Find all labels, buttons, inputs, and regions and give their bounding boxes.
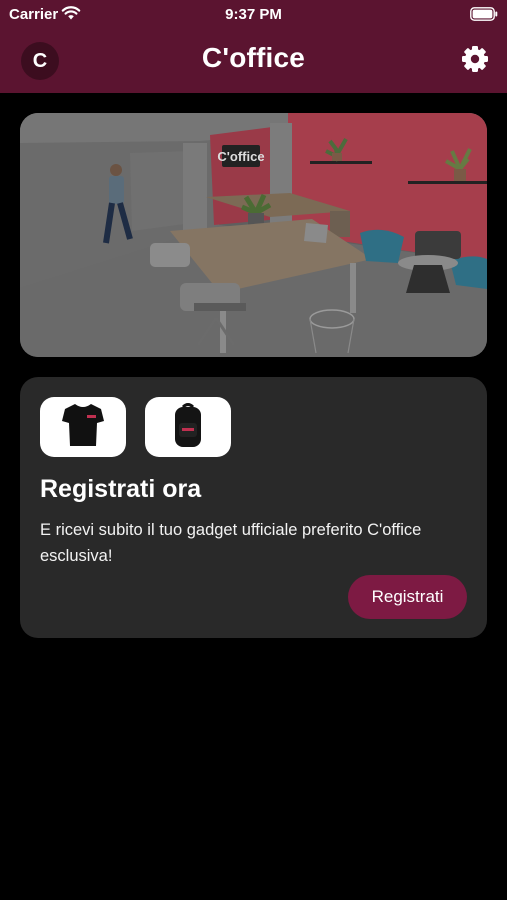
office-sign: C'office — [217, 149, 264, 164]
promo-description: E ricevi subito il tuo gadget ufficiale … — [40, 521, 422, 565]
status-bar: Carrier 9:37 PM — [0, 0, 507, 28]
top-bar: Carrier 9:37 PM C C'office — [0, 0, 507, 93]
backpack-icon — [170, 401, 206, 454]
register-button[interactable]: Registrati — [348, 575, 467, 619]
battery-icon — [470, 7, 498, 25]
gear-icon[interactable] — [460, 44, 490, 74]
app-title: C'office — [201, 42, 306, 73]
tshirt-icon — [61, 401, 105, 454]
clock: 9:37 PM — [225, 6, 282, 23]
app-header: C C'office — [0, 28, 507, 93]
office-photo: C'office — [20, 113, 487, 357]
gadget-backpack[interactable] — [145, 397, 231, 457]
gadget-tshirt[interactable] — [40, 397, 126, 457]
promo-card: Registrati ora E ricevi subito il tuo ga… — [20, 377, 487, 638]
promo-title: Registrati ora — [40, 475, 202, 503]
